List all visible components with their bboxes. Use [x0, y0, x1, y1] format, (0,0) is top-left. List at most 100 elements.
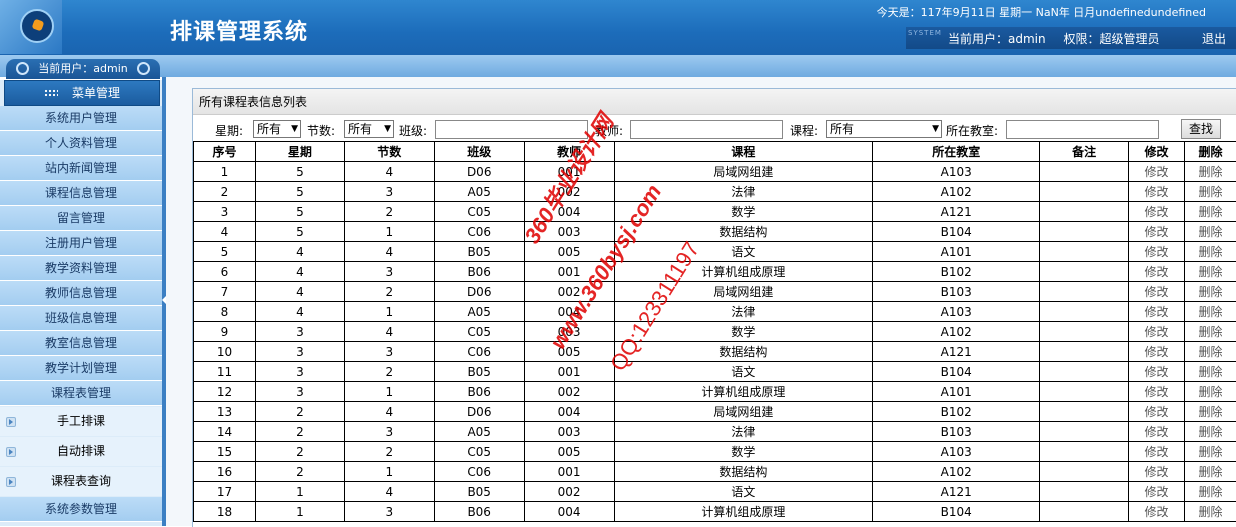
table-cell [1040, 202, 1129, 222]
table-row: 253A05002法律A102修改删除 [194, 182, 1236, 202]
section-select[interactable]: 所有 [344, 120, 394, 138]
delete-link[interactable]: 删除 [1185, 202, 1236, 222]
course-select[interactable]: 所有 [826, 120, 942, 138]
sidebar-item-profile[interactable]: 个人资料管理 [0, 131, 162, 156]
edit-link[interactable]: 修改 [1129, 442, 1185, 462]
table-body: 154D06001局域网组建A103修改删除253A05002法律A102修改删… [194, 162, 1236, 522]
delete-link[interactable]: 删除 [1185, 182, 1236, 202]
table-cell: 2 [194, 182, 256, 202]
edit-link[interactable]: 修改 [1129, 362, 1185, 382]
column-header: 修改 [1129, 142, 1185, 162]
edit-link[interactable]: 修改 [1129, 322, 1185, 342]
delete-link[interactable]: 删除 [1185, 422, 1236, 442]
delete-link[interactable]: 删除 [1185, 502, 1236, 522]
table-cell [1040, 442, 1129, 462]
table-cell: 004 [524, 202, 614, 222]
delete-link[interactable]: 删除 [1185, 322, 1236, 342]
table-cell [1040, 222, 1129, 242]
sidebar-item-schedule[interactable]: 课程表管理 [0, 381, 162, 406]
sidebar-item-system-params[interactable]: 系统参数管理 [0, 497, 162, 522]
edit-link[interactable]: 修改 [1129, 402, 1185, 422]
filter-bar: 星期: 所有 节数: 所有 班级: 教师: 课程: 所有 所在教室: 查找 [193, 117, 1236, 141]
table-row: 1231B06002计算机组成原理A101修改删除 [194, 382, 1236, 402]
edit-link[interactable]: 修改 [1129, 482, 1185, 502]
sidebar-item-messages[interactable]: 留言管理 [0, 206, 162, 231]
table-cell: 003 [524, 222, 614, 242]
sidebar-item-teaching-materials[interactable]: 教学资料管理 [0, 256, 162, 281]
table-cell: D06 [434, 282, 524, 302]
table-cell: A103 [873, 442, 1040, 462]
table-cell: 5 [255, 182, 344, 202]
table-cell [1040, 182, 1129, 202]
edit-link[interactable]: 修改 [1129, 262, 1185, 282]
sidebar-item-classrooms[interactable]: 教室信息管理 [0, 331, 162, 356]
sidebar-item-classes[interactable]: 班级信息管理 [0, 306, 162, 331]
sidebar-item-teachers[interactable]: 教师信息管理 [0, 281, 162, 306]
table-row: 1714B05002语文A121修改删除 [194, 482, 1236, 502]
menu-header[interactable]: 菜单管理 [4, 80, 160, 106]
table-cell: 法律 [614, 302, 873, 322]
edit-link[interactable]: 修改 [1129, 462, 1185, 482]
user-strip: SYSTEM 当前用户：admin 权限：超级管理员 退出 [906, 27, 1236, 49]
delete-link[interactable]: 删除 [1185, 162, 1236, 182]
delete-link[interactable]: 删除 [1185, 462, 1236, 482]
current-user-tab-label: 当前用户：admin [38, 62, 127, 75]
edit-link[interactable]: 修改 [1129, 162, 1185, 182]
table-cell: 5 [194, 242, 256, 262]
panel-title: 所有课程表信息列表 [193, 89, 1236, 115]
weekday-select[interactable]: 所有 [253, 120, 301, 138]
search-button[interactable]: 查找 [1181, 119, 1221, 139]
delete-link[interactable]: 删除 [1185, 242, 1236, 262]
delete-link[interactable]: 删除 [1185, 282, 1236, 302]
edit-link[interactable]: 修改 [1129, 242, 1185, 262]
sidebar-sub-manual-schedule[interactable]: 手工排课 [0, 407, 162, 436]
edit-link[interactable]: 修改 [1129, 182, 1185, 202]
delete-link[interactable]: 删除 [1185, 442, 1236, 462]
edit-link[interactable]: 修改 [1129, 202, 1185, 222]
sidebar-item-registered-users[interactable]: 注册用户管理 [0, 231, 162, 256]
delete-link[interactable]: 删除 [1185, 362, 1236, 382]
class-input[interactable] [435, 120, 588, 139]
table-cell: 数学 [614, 322, 873, 342]
edit-link[interactable]: 修改 [1129, 382, 1185, 402]
table-cell: C05 [434, 442, 524, 462]
sidebar-sub-auto-schedule[interactable]: 自动排课 [0, 437, 162, 466]
table-cell: A102 [873, 322, 1040, 342]
table-cell: 001 [524, 462, 614, 482]
table-cell: 局域网组建 [614, 162, 873, 182]
teacher-input[interactable] [630, 120, 783, 139]
sidebar-item-system-users[interactable]: 系统用户管理 [0, 106, 162, 131]
edit-link[interactable]: 修改 [1129, 222, 1185, 242]
room-input[interactable] [1006, 120, 1159, 139]
table-cell: C05 [434, 322, 524, 342]
table-cell: 1 [344, 222, 434, 242]
table-cell: 2 [344, 202, 434, 222]
delete-link[interactable]: 删除 [1185, 222, 1236, 242]
logout-link[interactable]: 退出 [1202, 30, 1226, 47]
sidebar-item-teaching-plan[interactable]: 教学计划管理 [0, 356, 162, 381]
delete-link[interactable]: 删除 [1185, 262, 1236, 282]
table-cell: 4 [194, 222, 256, 242]
delete-link[interactable]: 删除 [1185, 382, 1236, 402]
table-row: 544B05005语文A101修改删除 [194, 242, 1236, 262]
table-cell: 005 [524, 342, 614, 362]
table-row: 154D06001局域网组建A103修改删除 [194, 162, 1236, 182]
table-cell: 数据结构 [614, 222, 873, 242]
sidebar-sub-schedule-query[interactable]: 课程表查询 [0, 467, 162, 496]
delete-link[interactable]: 删除 [1185, 302, 1236, 322]
delete-link[interactable]: 删除 [1185, 482, 1236, 502]
sidebar-item-course-info[interactable]: 课程信息管理 [0, 181, 162, 206]
sidebar-item-news[interactable]: 站内新闻管理 [0, 156, 162, 181]
delete-link[interactable]: 删除 [1185, 342, 1236, 362]
table-cell: 3 [344, 502, 434, 522]
table-cell: 15 [194, 442, 256, 462]
edit-link[interactable]: 修改 [1129, 302, 1185, 322]
delete-link[interactable]: 删除 [1185, 402, 1236, 422]
table-cell: A102 [873, 182, 1040, 202]
table-cell: 4 [255, 242, 344, 262]
edit-link[interactable]: 修改 [1129, 282, 1185, 302]
edit-link[interactable]: 修改 [1129, 422, 1185, 442]
edit-link[interactable]: 修改 [1129, 502, 1185, 522]
table-cell: 计算机组成原理 [614, 502, 873, 522]
edit-link[interactable]: 修改 [1129, 342, 1185, 362]
